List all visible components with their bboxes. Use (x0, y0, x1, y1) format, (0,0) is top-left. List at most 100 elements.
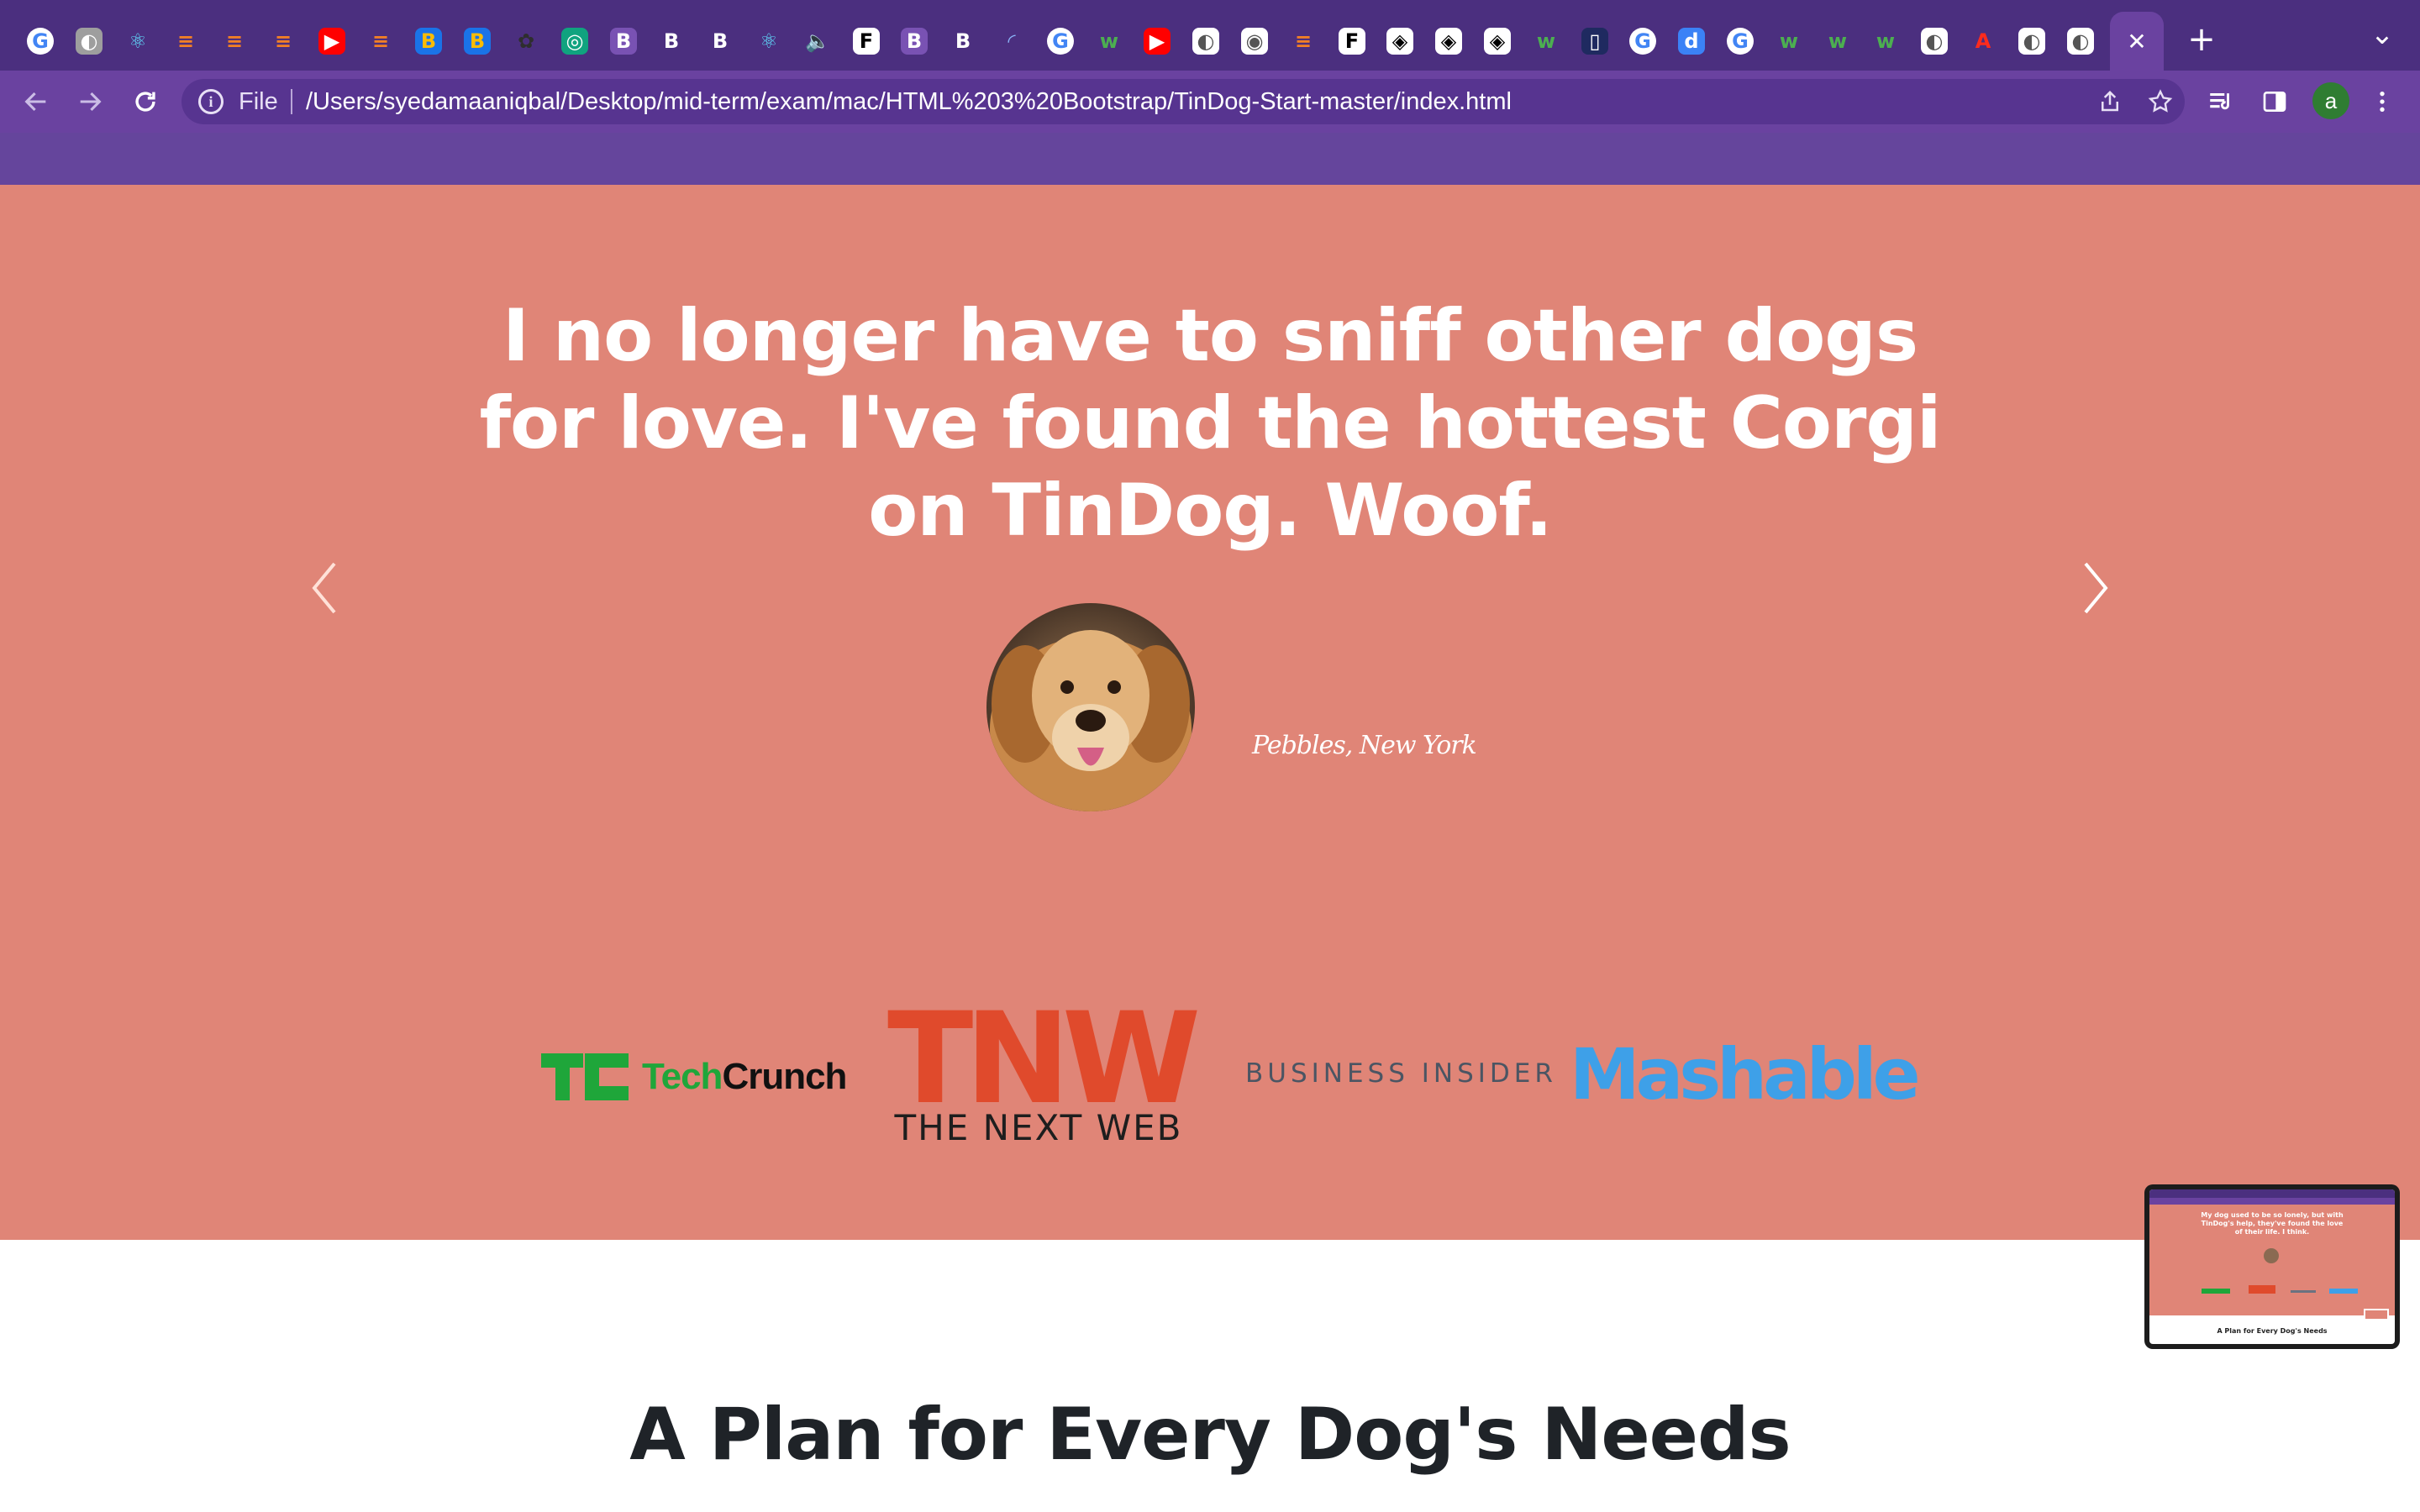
bold-b-icon: B (663, 29, 680, 53)
tab-search-dropdown-button[interactable]: ⌄ (2360, 12, 2405, 57)
browser-tab[interactable]: ≡ (260, 12, 307, 71)
url-text[interactable]: /Users/syedamaaniqbal/Desktop/mid-term/e… (306, 88, 1512, 115)
testimonials-section: I no longer have to sniff other dogs for… (0, 185, 2420, 1240)
globe-icon: ◐ (2018, 28, 2045, 55)
site-navbar (0, 133, 2420, 185)
codepen-icon: ◈ (1386, 28, 1413, 55)
document-icon: ▯ (1581, 28, 1608, 55)
font-f-icon: F (1339, 28, 1365, 55)
stackoverflow-icon: ≡ (1294, 29, 1313, 53)
browser-tab[interactable]: G (17, 12, 64, 71)
browser-tab[interactable]: ◜ (988, 12, 1035, 71)
bookmark-button[interactable] (2139, 81, 2181, 123)
address-bar[interactable]: i File /Users/syedamaaniqbal/Desktop/mid… (182, 79, 2185, 124)
url-separator (291, 89, 292, 114)
font-f-icon: F (853, 28, 880, 55)
side-panel-button[interactable] (2254, 81, 2296, 123)
w3-icon: w (1828, 29, 1848, 53)
acrobat-icon: A (1975, 29, 1991, 53)
browser-tab[interactable]: B (454, 12, 501, 71)
colorful-b-icon: B (464, 28, 491, 55)
browser-tab[interactable]: B (405, 12, 452, 71)
chrome-icon: ◉ (1241, 28, 1268, 55)
browser-tab[interactable]: ⚛ (114, 12, 161, 71)
browser-tab[interactable]: F (1328, 12, 1376, 71)
reload-icon (135, 92, 155, 112)
browser-tab[interactable]: ◈ (1425, 12, 1472, 71)
browser-tab[interactable]: B (697, 12, 744, 71)
react-icon: ⚛ (129, 29, 147, 53)
carousel-prev-button[interactable] (299, 538, 350, 638)
mashable-logo: Mashable (1570, 1033, 1921, 1116)
browser-tab[interactable]: ◐ (2057, 12, 2104, 71)
codepen-icon: ◈ (1484, 28, 1511, 55)
reading-list-button[interactable] (2200, 81, 2242, 123)
browser-tab[interactable]: ◈ (1474, 12, 1521, 71)
stackoverflow-icon: ≡ (176, 29, 195, 53)
globe-icon: ◐ (2067, 28, 2094, 55)
browser-tab[interactable]: G (1619, 12, 1666, 71)
loading-spinner-icon: ◜ (1007, 29, 1016, 53)
preview-frame-indicator (2364, 1309, 2389, 1320)
share-button[interactable] (2089, 81, 2131, 123)
browser-tab[interactable]: d (1668, 12, 1715, 71)
browser-tab[interactable]: ⚛ (745, 12, 792, 71)
browser-tab[interactable]: ✿ (502, 12, 550, 71)
browser-tab[interactable]: w (1765, 12, 1812, 71)
site-info-icon[interactable]: i (198, 89, 224, 114)
browser-tab[interactable]: ≡ (162, 12, 209, 71)
browser-tab[interactable]: w (1086, 12, 1133, 71)
browser-tab[interactable]: ▯ (1571, 12, 1618, 71)
browser-tab[interactable]: ≡ (1280, 12, 1327, 71)
stackoverflow-icon: ≡ (274, 29, 292, 53)
reload-button[interactable] (124, 81, 166, 123)
screenshot-preview-thumbnail[interactable]: My dog used to be so lonely, but with Ti… (2144, 1184, 2400, 1349)
browser-tab[interactable]: ◐ (66, 12, 113, 71)
browser-tab[interactable]: ◎ (551, 12, 598, 71)
browser-menu-button[interactable] (2361, 81, 2403, 123)
browser-tab[interactable]: B (600, 12, 647, 71)
browser-tab[interactable]: ≡ (211, 12, 258, 71)
active-browser-tab[interactable]: ✕ (2110, 12, 2164, 71)
bold-b-icon: B (712, 29, 729, 53)
close-icon[interactable]: ✕ (2123, 28, 2150, 55)
browser-tab[interactable]: A (1960, 12, 2007, 71)
browser-tab[interactable]: B (891, 12, 938, 71)
tnw-wordmark: THE NEXT WEB (894, 1107, 1183, 1148)
w3-icon: w (1779, 29, 1799, 53)
browser-tab[interactable]: B (648, 12, 695, 71)
browser-tab[interactable]: ◐ (2008, 12, 2055, 71)
preview-techcrunch-logo (2202, 1289, 2230, 1294)
press-logos: TechCrunch TNW THE NEXT WEB BUSINESS INS… (0, 974, 2420, 1159)
browser-tab[interactable]: G (1037, 12, 1084, 71)
browser-tab[interactable]: w (1523, 12, 1570, 71)
browser-tab[interactable]: ▶ (1134, 12, 1181, 71)
browser-tab[interactable]: ◐ (1911, 12, 1958, 71)
browser-tab[interactable]: G (1717, 12, 1764, 71)
url-scheme-label: File (239, 88, 278, 115)
business-insider-logo: BUSINESS INSIDER (1245, 1058, 1557, 1089)
browser-tab[interactable]: ◈ (1376, 12, 1423, 71)
browser-tab-strip: G ◐ ⚛ ≡ ≡ ≡ ▶ ≡ B B ✿ ◎ B B B ⚛ 🔈 F B B ◜ Gw ▶ ◐ ◉ ≡ F ◈ ◈ ◈ w ▯ Gd Gw w w ◐… (0, 0, 2420, 71)
browser-tab[interactable]: F (843, 12, 890, 71)
browser-tab[interactable]: w (1814, 12, 1861, 71)
browser-tab[interactable]: ◐ (1182, 12, 1229, 71)
browser-tab[interactable]: ◉ (1231, 12, 1278, 71)
google-icon: G (27, 28, 54, 55)
back-button[interactable] (15, 81, 57, 123)
globe-icon: ◐ (76, 28, 103, 55)
browser-tab[interactable]: B (939, 12, 986, 71)
profile-avatar[interactable]: a (2312, 82, 2349, 119)
new-tab-button[interactable]: + (2179, 17, 2224, 62)
stackoverflow-icon: ≡ (371, 29, 390, 53)
testimonial-quote: I no longer have to sniff other dogs for… (479, 294, 1942, 553)
preview-quote: My dog used to be so lonely, but with Ti… (2201, 1211, 2344, 1236)
browser-tab[interactable]: ≡ (357, 12, 404, 71)
globe-icon: ◐ (1921, 28, 1948, 55)
preview-title: A Plan for Every Dog's Needs (2217, 1327, 2328, 1335)
browser-tab[interactable]: 🔈 (794, 12, 841, 71)
browser-tab[interactable]: ▶ (308, 12, 355, 71)
browser-tab[interactable]: w (1862, 12, 1909, 71)
forward-button[interactable] (69, 81, 111, 123)
carousel-next-button[interactable] (2070, 538, 2121, 638)
